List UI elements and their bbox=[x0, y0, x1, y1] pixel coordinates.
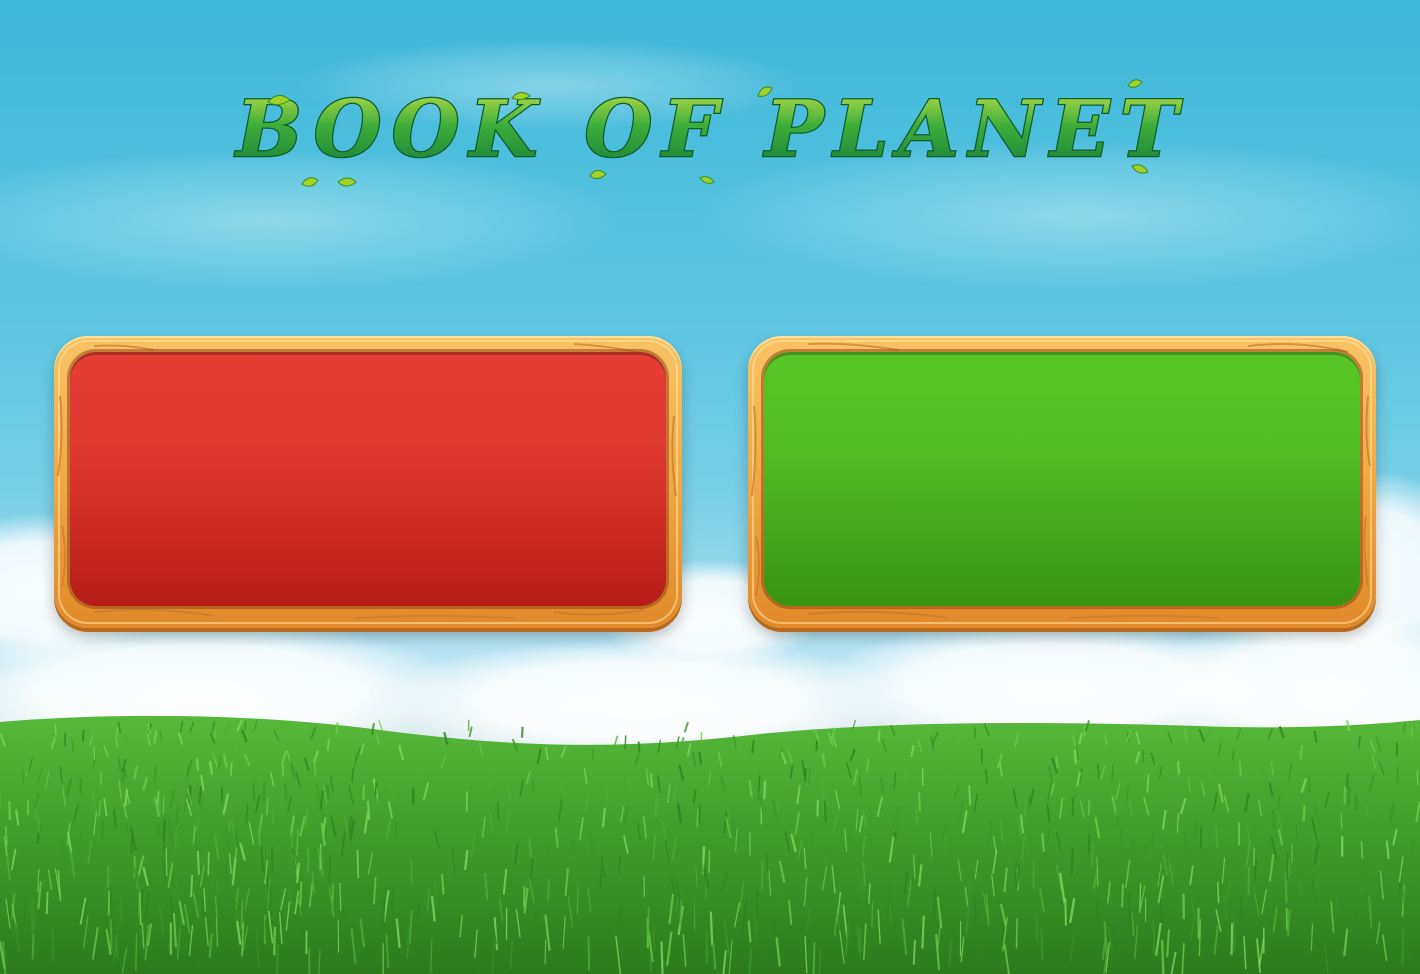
green-choice-button[interactable] bbox=[748, 336, 1376, 628]
game-title-logo: BOOK OF PLANET bbox=[233, 79, 1188, 187]
game-title: BOOK OF PLANET bbox=[234, 84, 1188, 175]
red-panel bbox=[70, 352, 666, 606]
red-choice-button[interactable] bbox=[54, 336, 682, 628]
game-screen: BOOK OF PLANET bbox=[0, 0, 1420, 974]
green-panel bbox=[764, 352, 1360, 606]
grass-field bbox=[0, 715, 1420, 974]
